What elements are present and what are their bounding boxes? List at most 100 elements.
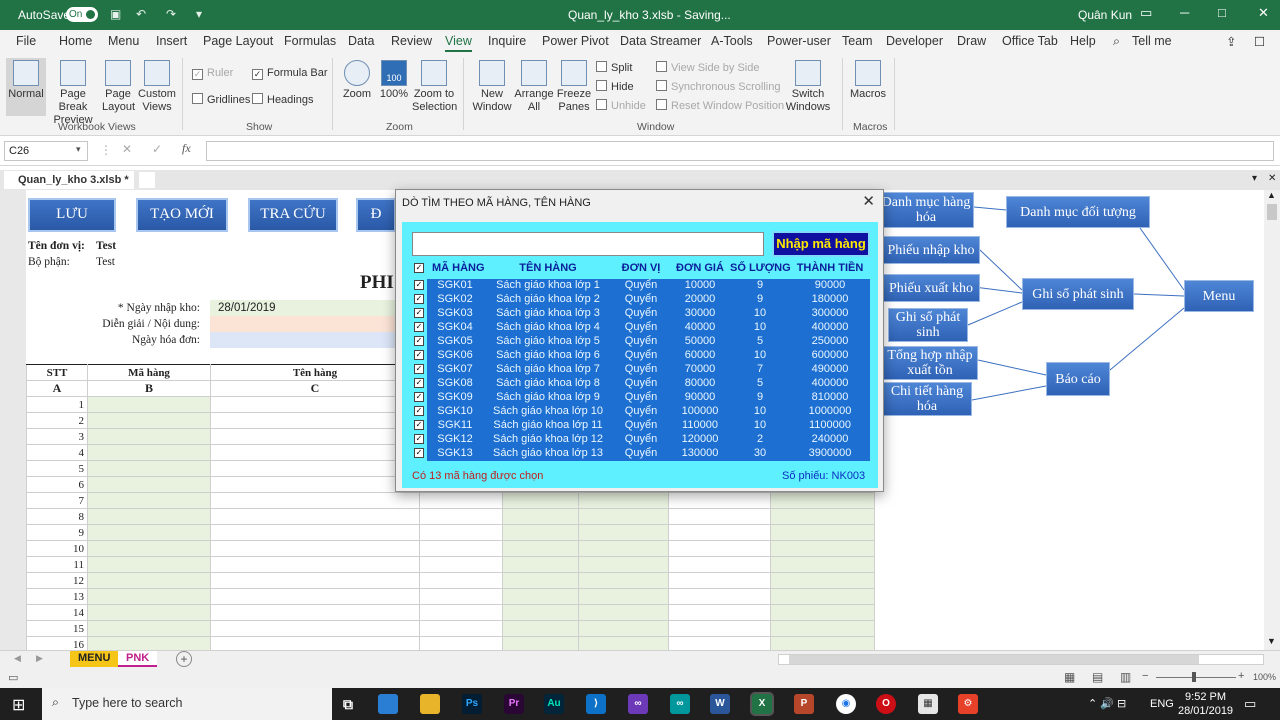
lookup-button[interactable]: TRA CỨU [248, 198, 338, 232]
tab-view[interactable]: View [445, 34, 472, 52]
table-row[interactable]: 14 [26, 604, 875, 621]
visual-studio-icon[interactable]: ∞ [628, 694, 648, 714]
tab-developer[interactable]: Developer [886, 34, 943, 48]
diagram-bao-cao[interactable]: Báo cáo [1046, 362, 1110, 396]
item-listbox[interactable]: ✓ MÃ HÀNG TÊN HÀNG ĐƠN VỊ ĐƠN GIÁ SỐ LƯỢ… [412, 262, 870, 461]
diagram-chi-tiet-hang-hoa[interactable]: Chi tiết hàng hóa [882, 382, 972, 416]
vertical-scrollbar[interactable]: ▲ ▼ [1264, 190, 1280, 650]
zoom-slider[interactable] [1156, 677, 1236, 678]
item-checkbox[interactable]: ✓ [414, 280, 424, 290]
freeze-panes-button[interactable]: Freeze Panes [556, 60, 592, 114]
tray-icons[interactable]: ⌃ 🔊 ⊟ [1088, 697, 1126, 710]
list-item[interactable]: ✓ SGK11 Sách giáo khoa lớp 11 Quyển 110000 10… [412, 419, 870, 433]
next-sheet-icon[interactable]: ▶ [36, 653, 43, 664]
diagram-phieu-xuat-kho[interactable]: Phiếu xuất kho [882, 274, 980, 302]
synchronous-scrolling-button[interactable]: Synchronous Scrolling [656, 80, 780, 93]
save-button[interactable]: LƯU [28, 198, 116, 232]
item-checkbox[interactable]: ✓ [414, 406, 424, 416]
reset-window-position-button[interactable]: Reset Window Position [656, 99, 784, 112]
tab-office-tab[interactable]: Office Tab [1002, 34, 1058, 48]
zoom-out-icon[interactable]: − [1142, 670, 1148, 682]
zoom-button[interactable]: Zoom [340, 60, 374, 101]
table-row[interactable]: 8 [26, 508, 875, 525]
insert-function-icon[interactable]: fx [182, 141, 191, 156]
list-item[interactable]: ✓ SGK09 Sách giáo khoa lớp 9 Quyển 90000 9 810… [412, 391, 870, 405]
close-icon[interactable]: ✕ [1258, 5, 1269, 21]
list-item[interactable]: ✓ SGK05 Sách giáo khoa lớp 5 Quyển 50000 5 250… [412, 335, 870, 349]
app-icon-1[interactable] [378, 694, 398, 714]
redo-icon[interactable]: ↷ [166, 7, 176, 21]
new-window-button[interactable]: New Window [472, 60, 512, 114]
item-checkbox[interactable]: ✓ [414, 350, 424, 360]
tab-home[interactable]: Home [59, 34, 92, 48]
normal-view-button[interactable]: Normal [6, 58, 46, 116]
name-box-dropdown-icon[interactable]: ▾ [76, 144, 81, 155]
diagram-ghi-so-phat-sinh-small[interactable]: Ghi sổ phát sinh [888, 308, 968, 342]
taskbar-search-input[interactable]: ⌕ Type here to search [42, 688, 332, 720]
item-checkbox[interactable]: ✓ [414, 420, 424, 430]
language-indicator[interactable]: ENG [1150, 698, 1174, 710]
windows-start-icon[interactable]: ⊞ [12, 695, 25, 715]
normal-view-status-icon[interactable]: ▦ [1064, 670, 1075, 684]
zoom-to-selection-button[interactable]: Zoom to Selection [412, 60, 457, 114]
formula-bar-checkbox[interactable]: ✓ Formula Bar [252, 67, 328, 80]
tab-review[interactable]: Review [391, 34, 432, 48]
diagram-menu[interactable]: Menu [1184, 280, 1254, 312]
item-checkbox[interactable]: ✓ [414, 378, 424, 388]
share-icon[interactable]: ⇪ [1226, 34, 1236, 49]
diagram-danh-muc-doi-tuong[interactable]: Danh mục đối tượng [1006, 196, 1150, 228]
item-checkbox[interactable]: ✓ [414, 294, 424, 304]
tab-page-layout[interactable]: Page Layout [203, 34, 273, 48]
macros-button[interactable]: Macros [849, 60, 887, 101]
page-break-preview-button[interactable]: Page Break Preview [48, 60, 98, 127]
view-side-by-side-button[interactable]: View Side by Side [656, 61, 759, 74]
calculator-icon[interactable]: ▦ [918, 694, 938, 714]
diagram-ghi-so-phat-sinh[interactable]: Ghi sổ phát sinh [1022, 278, 1134, 310]
tab-data[interactable]: Data [348, 34, 374, 48]
custom-views-button[interactable]: Custom Views [138, 60, 176, 114]
tab-list-icon[interactable]: ▾ [1252, 173, 1257, 184]
zoom-level[interactable]: 100% [1253, 672, 1276, 682]
tab-a-tools[interactable]: A-Tools [711, 34, 753, 48]
opera-icon[interactable]: O [876, 694, 896, 714]
table-row[interactable]: 15 [26, 620, 875, 637]
maximize-icon[interactable]: □ [1218, 5, 1226, 20]
minimize-icon[interactable]: ─ [1180, 5, 1189, 20]
excel-icon[interactable]: X [750, 692, 774, 716]
list-item[interactable]: ✓ SGK10 Sách giáo khoa lớp 10 Quyển 100000 10… [412, 405, 870, 419]
enter-icon[interactable]: ✓ [152, 142, 162, 156]
sheet-tab-menu[interactable]: MENU [70, 651, 119, 667]
tab-insert[interactable]: Insert [156, 34, 187, 48]
search-icon[interactable]: ⌕ [1113, 34, 1120, 49]
add-sheet-icon[interactable]: + [176, 651, 192, 667]
table-row[interactable]: 9 [26, 524, 875, 541]
vscode-icon[interactable]: ⟩ [586, 694, 606, 714]
enter-item-code-button[interactable]: Nhập mã hàng [772, 231, 870, 257]
list-item[interactable]: ✓ SGK04 Sách giáo khoa lớp 4 Quyển 40000 10 40… [412, 321, 870, 335]
tab-team[interactable]: Team [842, 34, 873, 48]
tab-file[interactable]: File [16, 34, 36, 48]
desc-value-cell[interactable] [210, 316, 396, 332]
item-checkbox[interactable]: ✓ [414, 336, 424, 346]
workbook-tab[interactable]: Quan_ly_kho 3.xlsb * [4, 171, 134, 189]
h-scroll-thumb[interactable] [789, 655, 1199, 664]
arrange-all-button[interactable]: Arrange All [514, 60, 554, 114]
dialog-close-icon[interactable]: ✕ [862, 192, 875, 210]
powerpoint-icon[interactable]: P [794, 694, 814, 714]
list-item[interactable]: ✓ SGK08 Sách giáo khoa lớp 8 Quyển 80000 5 400… [412, 377, 870, 391]
list-item[interactable]: ✓ SGK03 Sách giáo khoa lớp 3 Quyển 30000 10 30… [412, 307, 870, 321]
diagram-tong-hop-nhap-xuat-ton[interactable]: Tổng hợp nhập xuất tồn [882, 346, 978, 380]
arduino-icon[interactable]: ∞ [670, 694, 690, 714]
split-button[interactable]: Split [596, 61, 632, 74]
list-item[interactable]: ✓ SGK07 Sách giáo khoa lớp 7 Quyển 70000 7 490… [412, 363, 870, 377]
premiere-icon[interactable]: Pr [504, 694, 524, 714]
photoshop-icon[interactable]: Ps [462, 694, 482, 714]
sheet-tab-pnk[interactable]: PNK [118, 651, 158, 667]
item-checkbox[interactable]: ✓ [414, 392, 424, 402]
user-name[interactable]: Quân Kun [1078, 8, 1132, 22]
list-item[interactable]: ✓ SGK02 Sách giáo khoa lớp 2 Quyển 20000 9 180… [412, 293, 870, 307]
list-item[interactable]: ✓ SGK01 Sách giáo khoa lớp 1 Quyển 10000 9 900… [412, 279, 870, 293]
file-explorer-icon[interactable] [420, 694, 440, 714]
prev-sheet-icon[interactable]: ◀ [14, 653, 21, 664]
save-icon[interactable]: ▣ [110, 7, 121, 21]
